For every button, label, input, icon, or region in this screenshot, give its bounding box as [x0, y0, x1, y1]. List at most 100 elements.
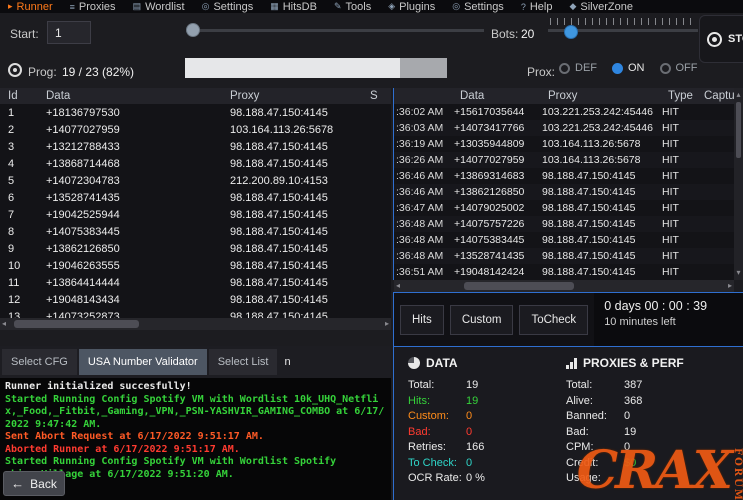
table-row[interactable]: :36:48 AM+1352874143598.188.47.150:4145H…	[394, 248, 743, 264]
cell-id: 2	[8, 124, 46, 136]
select-cfg-tab[interactable]: Select CFG	[2, 349, 77, 375]
cell-proxy: 98.188.47.150:4145	[230, 107, 370, 119]
cell-proxy: 98.188.47.150:4145	[542, 250, 662, 262]
config-name-tab[interactable]: USA Number Validator	[79, 349, 207, 375]
cell-proxy: 98.188.47.150:4145	[542, 234, 662, 246]
cell-type: HIT	[662, 250, 698, 262]
elapsed-time: 0 days 00 : 00 : 39	[604, 299, 733, 313]
proxy-mode-option-label: DEF	[575, 62, 597, 74]
table-row[interactable]: :36:19 AM+13035944809103.164.113.26:5678…	[394, 136, 743, 152]
stat-label: Total:	[566, 378, 624, 394]
bots-slider[interactable]	[548, 16, 698, 44]
back-button[interactable]: ← Back	[3, 471, 65, 496]
cell-id: 6	[8, 192, 46, 204]
proxy-stats-rows: Total:387Alive:368Banned:0Bad:19CPM:0Cre…	[566, 378, 730, 487]
stat-value: $0	[624, 456, 636, 472]
scroll-left-icon[interactable]: ◂	[2, 318, 6, 330]
proxy-mode-option-on[interactable]: ON	[612, 62, 645, 74]
left-scrollbar-thumb[interactable]	[14, 320, 139, 328]
results-tab-tocheck[interactable]: ToCheck	[519, 305, 588, 335]
scroll-up-icon[interactable]: ▴	[736, 89, 740, 101]
cell-type: HIT	[662, 138, 698, 150]
cell-id: 12	[8, 294, 46, 306]
table-row[interactable]: 2+14077027959103.164.113.26:5678	[0, 121, 391, 138]
menu-item-label: Tools	[346, 1, 372, 13]
cell-data: +13862126850	[46, 243, 230, 255]
menu-item-plugins[interactable]: ◈Plugins	[388, 1, 435, 13]
menu-item-silverzone[interactable]: ◆SilverZone	[569, 1, 633, 13]
proxy-mode-group: DEF ON OFF	[559, 62, 698, 74]
cell-proxy: 98.188.47.150:4145	[230, 243, 370, 255]
data-stats-header: DATA	[408, 356, 552, 370]
right-scrollbar-thumb[interactable]	[464, 282, 574, 290]
table-row[interactable]: 11+1386441444498.188.47.150:4145	[0, 274, 391, 291]
table-row[interactable]: 8+1407538344598.188.47.150:4145	[0, 223, 391, 240]
scroll-left-icon[interactable]: ◂	[396, 280, 400, 292]
table-row[interactable]: :36:03 AM+14073417766103.221.253.242:454…	[394, 120, 743, 136]
table-row[interactable]: 13+1407325287398.188.47.150:4145	[0, 308, 391, 318]
cell-time: :36:02 AM	[396, 106, 454, 118]
menu-item-tools[interactable]: ✎Tools	[334, 1, 371, 13]
results-tabs: HitsCustomToCheck	[394, 293, 594, 346]
right-horizontal-scrollbar[interactable]: ◂ ▸	[394, 280, 734, 292]
table-row[interactable]: 7+1904252594498.188.47.150:4145	[0, 206, 391, 223]
proxy-mode-option-label: ON	[628, 62, 645, 74]
table-row[interactable]: :36:48 AM+1407538344598.188.47.150:4145H…	[394, 232, 743, 248]
results-tab-hits[interactable]: Hits	[400, 305, 444, 335]
progress-value: 19 / 23 (82%)	[62, 65, 134, 79]
menu-item-settings[interactable]: ◎Settings	[452, 1, 504, 13]
menu-item-runner[interactable]: ▸Runner	[8, 1, 53, 13]
cell-data: +19048143434	[46, 294, 230, 306]
table-row[interactable]: 4+1386871446898.188.47.150:4145	[0, 155, 391, 172]
menu-item-settings[interactable]: ◎Settings	[202, 1, 254, 13]
table-row[interactable]: 12+1904814343498.188.47.150:4145	[0, 291, 391, 308]
cell-type: HIT	[662, 170, 698, 182]
stat-label: CPM:	[566, 440, 624, 456]
table-row[interactable]: :36:46 AM+1386931468398.188.47.150:4145H…	[394, 168, 743, 184]
col-status: S	[370, 90, 391, 102]
table-row[interactable]: 5+14072304783212.200.89.10:4153	[0, 172, 391, 189]
scroll-down-icon[interactable]: ▾	[736, 267, 740, 279]
log-line: Runner initialized succesfully!	[5, 381, 386, 394]
cell-data: +18136797530	[46, 107, 230, 119]
menu-item-wordlist[interactable]: ▤Wordlist	[133, 1, 185, 13]
menu-item-hitsdb[interactable]: ▦HitsDB	[270, 1, 317, 13]
table-row[interactable]: :36:47 AM+1407902500298.188.47.150:4145H…	[394, 200, 743, 216]
table-row[interactable]: :36:26 AM+14077027959103.164.113.26:5678…	[394, 152, 743, 168]
settings-icon: ◎	[452, 1, 460, 12]
bots-slider-thumb[interactable]	[564, 25, 578, 39]
table-row[interactable]: :36:48 AM+1407575722698.188.47.150:4145H…	[394, 216, 743, 232]
start-input[interactable]	[47, 21, 91, 44]
select-list-tab[interactable]: Select List	[209, 349, 278, 375]
menu-item-proxies[interactable]: ≡Proxies	[70, 1, 116, 13]
col-proxy: Proxy	[230, 90, 370, 102]
table-row[interactable]: 3+1321278843398.188.47.150:4145	[0, 138, 391, 155]
right-vertical-scrollbar[interactable]: ▴ ▾	[734, 88, 743, 280]
left-horizontal-scrollbar[interactable]: ◂ ▸	[0, 318, 391, 330]
table-row[interactable]: 1+1813679753098.188.47.150:4145	[0, 104, 391, 121]
stat-row: Alive:368	[566, 394, 730, 410]
stat-row: CPM:0	[566, 440, 730, 456]
cell-proxy: 103.164.113.26:5678	[230, 124, 370, 136]
results-tab-custom[interactable]: Custom	[450, 305, 514, 335]
proxy-mode-option-off[interactable]: OFF	[660, 62, 698, 74]
right-vscrollbar-thumb[interactable]	[736, 102, 741, 158]
table-row[interactable]: 10+1904626355598.188.47.150:4145	[0, 257, 391, 274]
stop-button[interactable]: STOP	[699, 15, 743, 63]
cell-proxy: 98.188.47.150:4145	[230, 311, 370, 319]
start-slider[interactable]	[186, 16, 484, 44]
stat-row: Total:387	[566, 378, 730, 394]
stat-value: 0	[466, 409, 472, 425]
table-row[interactable]: 6+1352874143598.188.47.150:4145	[0, 189, 391, 206]
scroll-right-icon[interactable]: ▸	[728, 280, 732, 292]
menu-item-help[interactable]: ?Help	[521, 1, 553, 13]
start-slider-thumb[interactable]	[186, 23, 200, 37]
stat-row: To Check:0	[408, 456, 552, 472]
table-row[interactable]: 9+1386212685098.188.47.150:4145	[0, 240, 391, 257]
table-row[interactable]: :36:46 AM+1386212685098.188.47.150:4145H…	[394, 184, 743, 200]
table-row[interactable]: :36:02 AM+15617035644103.221.253.242:454…	[394, 104, 743, 120]
table-row[interactable]: :36:51 AM+1904814242498.188.47.150:4145H…	[394, 264, 743, 280]
proxy-mode-option-def[interactable]: DEF	[559, 62, 597, 74]
menu-item-label: Wordlist	[145, 1, 185, 13]
scroll-right-icon[interactable]: ▸	[385, 318, 389, 330]
